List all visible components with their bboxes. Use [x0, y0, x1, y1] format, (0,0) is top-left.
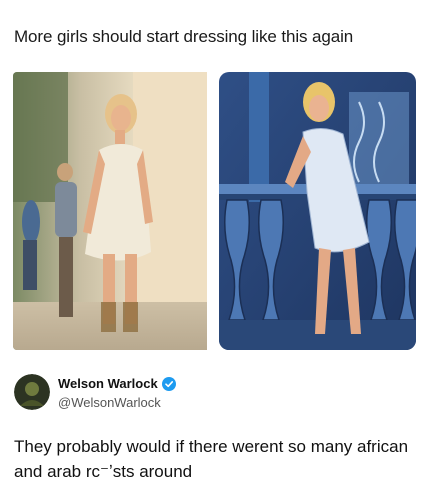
tweet-author-name[interactable]: Welson Warlock [58, 376, 176, 391]
post-caption: More girls should start dressing like th… [14, 27, 354, 46]
avatar[interactable] [14, 374, 50, 410]
right-illustration [219, 72, 416, 350]
tweet-author-handle[interactable]: @WelsonWarlock [58, 395, 161, 410]
left-photo [13, 72, 207, 350]
tweet-text: They probably would if there werent so m… [14, 437, 409, 481]
verified-badge-icon [161, 376, 176, 391]
author-name-text: Welson Warlock [58, 376, 158, 391]
